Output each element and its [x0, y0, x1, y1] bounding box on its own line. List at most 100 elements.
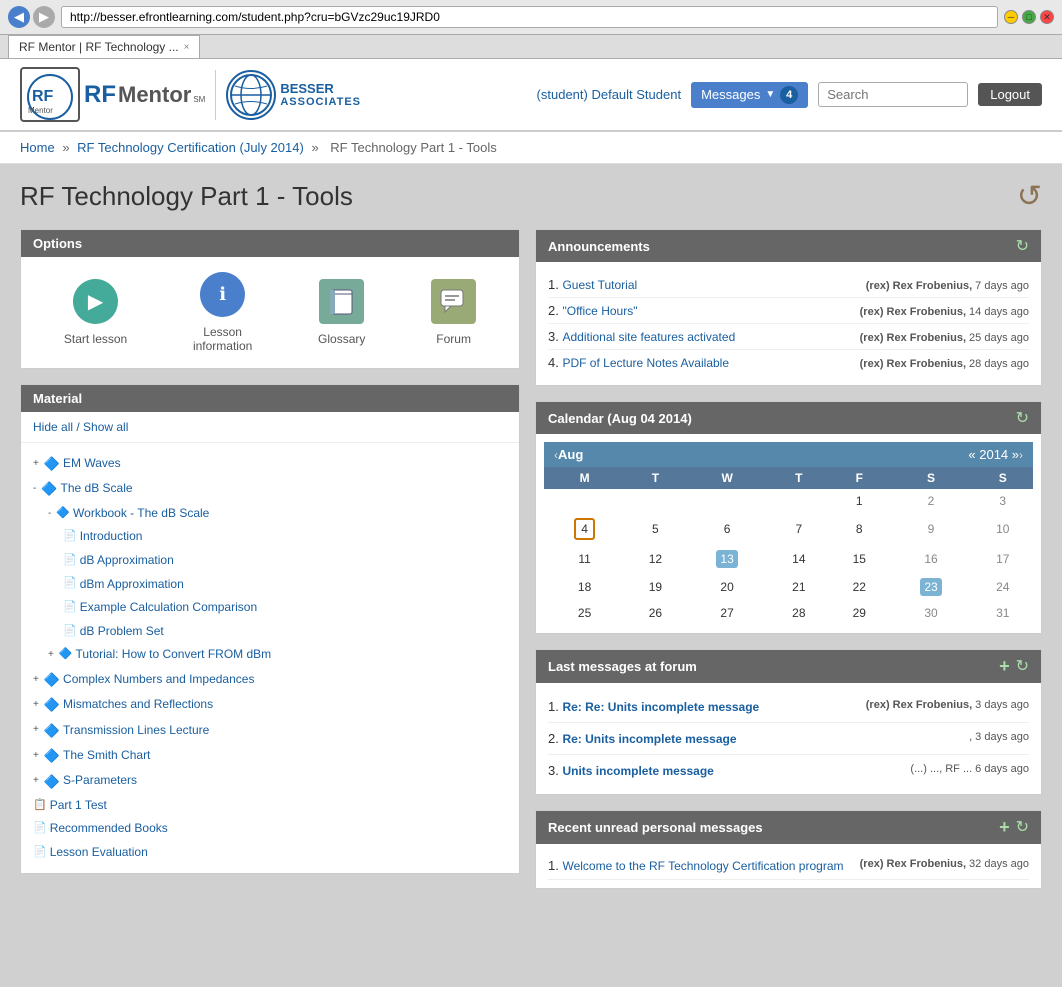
cal-day[interactable]: 1	[829, 489, 889, 513]
cal-day[interactable]: 12	[625, 545, 685, 573]
cal-day-weekend[interactable]: 17	[973, 545, 1033, 573]
forward-button[interactable]: ▶	[33, 6, 55, 28]
cal-day[interactable]: 25	[544, 601, 625, 625]
list-item[interactable]: 📄 Recommended Books	[33, 817, 507, 841]
cal-day[interactable]: 8	[829, 513, 889, 545]
cal-day-weekend[interactable]: 31	[973, 601, 1033, 625]
cal-day[interactable]: 28	[769, 601, 829, 625]
tab-close-icon[interactable]: ×	[184, 42, 190, 53]
list-item[interactable]: 📄 Example Calculation Comparison	[33, 596, 507, 620]
expand-icon[interactable]: +	[33, 455, 39, 473]
add-msg-icon[interactable]: +	[999, 817, 1010, 838]
tutorial-link[interactable]: Tutorial: How to Convert FROM dBm	[76, 644, 272, 666]
cal-day-highlighted[interactable]: 13	[686, 545, 769, 573]
cal-day-weekend[interactable]: 9	[889, 513, 972, 545]
s-parameters-link[interactable]: S-Parameters	[63, 770, 137, 792]
list-item[interactable]: 📄 dB Problem Set	[33, 620, 507, 644]
student-link[interactable]: (student) Default Student	[537, 87, 682, 102]
announce-link[interactable]: Guest Tutorial	[562, 278, 637, 292]
list-item[interactable]: + 🔷 S-Parameters	[33, 769, 507, 794]
list-item[interactable]: + 🔷 The Smith Chart	[33, 743, 507, 768]
url-bar[interactable]	[61, 6, 998, 28]
announce-link[interactable]: Additional site features activated	[562, 330, 735, 344]
active-tab[interactable]: RF Mentor | RF Technology ... ×	[8, 35, 200, 58]
expand-icon[interactable]: +	[33, 721, 39, 739]
breadcrumb-course[interactable]: RF Technology Certification (July 2014)	[77, 140, 304, 155]
expand-icon[interactable]: -	[33, 480, 36, 498]
expand-icon[interactable]: -	[48, 505, 51, 523]
workbook-db-link[interactable]: Workbook - The dB Scale	[73, 503, 209, 525]
announce-link[interactable]: PDF of Lecture Notes Available	[562, 356, 729, 370]
cal-day-weekend[interactable]: 2	[889, 489, 972, 513]
cal-day-weekend[interactable]: 24	[973, 573, 1033, 601]
cal-day[interactable]: 14	[769, 545, 829, 573]
cal-day-weekend[interactable]: 30	[889, 601, 972, 625]
msg-refresh-icon[interactable]: ↻	[1016, 817, 1029, 838]
cal-day-today[interactable]: 4	[544, 513, 625, 545]
list-item[interactable]: - 🔷 The dB Scale	[33, 476, 507, 501]
search-input[interactable]	[818, 82, 968, 107]
back-button[interactable]: ◀	[8, 6, 30, 28]
cal-day[interactable]: 18	[544, 573, 625, 601]
cal-day[interactable]: 7	[769, 513, 829, 545]
db-scale-link[interactable]: The dB Scale	[61, 478, 133, 500]
em-waves-link[interactable]: EM Waves	[63, 453, 121, 475]
expand-icon[interactable]: +	[33, 747, 39, 765]
add-forum-icon[interactable]: +	[999, 656, 1010, 677]
cal-day[interactable]: 29	[829, 601, 889, 625]
transmission-lines-link[interactable]: Transmission Lines Lecture	[63, 720, 209, 742]
complex-numbers-link[interactable]: Complex Numbers and Impedances	[63, 669, 254, 691]
list-item[interactable]: + 🔷 Tutorial: How to Convert FROM dBm	[33, 643, 507, 667]
lesson-info-option[interactable]: ℹ Lessoninformation	[193, 272, 252, 353]
list-item[interactable]: 📄 dBm Approximation	[33, 573, 507, 597]
announce-link[interactable]: "Office Hours"	[562, 304, 637, 318]
glossary-option[interactable]: Glossary	[318, 279, 365, 346]
expand-icon[interactable]: +	[33, 772, 39, 790]
cal-day-weekend[interactable]: 3	[973, 489, 1033, 513]
db-approx-link[interactable]: dB Approximation	[80, 550, 174, 572]
part1-test-link[interactable]: Part 1 Test	[50, 795, 107, 817]
cal-day[interactable]: 22	[829, 573, 889, 601]
next-month-button[interactable]: ›	[1019, 448, 1023, 462]
list-item[interactable]: + 🔷 EM Waves	[33, 451, 507, 476]
list-item[interactable]: 📄 Lesson Evaluation	[33, 841, 507, 865]
refresh-icon[interactable]: ↻	[1016, 236, 1029, 256]
cal-day[interactable]: 26	[625, 601, 685, 625]
forum-link[interactable]: Re: Re: Units incomplete message	[562, 700, 759, 714]
back-icon[interactable]: ↺	[1017, 179, 1042, 214]
forum-refresh-icon[interactable]: ↻	[1016, 656, 1029, 677]
cal-refresh-icon[interactable]: ↻	[1016, 408, 1029, 428]
minimize-button[interactable]: ─	[1004, 10, 1018, 24]
list-item[interactable]: 📄 Introduction	[33, 525, 507, 549]
expand-icon[interactable]: +	[33, 671, 39, 689]
cal-day[interactable]: 5	[625, 513, 685, 545]
mismatches-link[interactable]: Mismatches and Reflections	[63, 694, 213, 716]
cal-day-weekend[interactable]: 16	[889, 545, 972, 573]
maximize-button[interactable]: □	[1022, 10, 1036, 24]
start-lesson-option[interactable]: ▶ Start lesson	[64, 279, 127, 346]
cal-day[interactable]: 6	[686, 513, 769, 545]
forum-option[interactable]: Forum	[431, 279, 476, 346]
recommended-books-link[interactable]: Recommended Books	[50, 818, 168, 840]
msg-link[interactable]: Welcome to the RF Technology Certificati…	[562, 859, 843, 873]
introduction-link[interactable]: Introduction	[80, 526, 143, 548]
browser-nav[interactable]: ◀ ▶	[8, 6, 55, 28]
smith-chart-link[interactable]: The Smith Chart	[63, 745, 150, 767]
hide-show-all-link[interactable]: Hide all / Show all	[33, 420, 128, 434]
dbm-approx-link[interactable]: dBm Approximation	[80, 574, 184, 596]
messages-button[interactable]: Messages ▼ 4	[691, 82, 808, 108]
forum-link[interactable]: Units incomplete message	[562, 764, 713, 778]
cal-day[interactable]: 19	[625, 573, 685, 601]
db-problem-link[interactable]: dB Problem Set	[80, 621, 164, 643]
cal-day-highlighted2[interactable]: 23	[889, 573, 972, 601]
close-button[interactable]: ✕	[1040, 10, 1054, 24]
cal-day[interactable]: 27	[686, 601, 769, 625]
list-item[interactable]: - 🔷 Workbook - The dB Scale	[33, 502, 507, 526]
cal-day-weekend[interactable]: 10	[973, 513, 1033, 545]
expand-icon[interactable]: +	[48, 646, 54, 664]
list-item[interactable]: 📄 dB Approximation	[33, 549, 507, 573]
example-calc-link[interactable]: Example Calculation Comparison	[80, 597, 257, 619]
hide-show-all[interactable]: Hide all / Show all	[21, 412, 519, 443]
cal-day[interactable]: 21	[769, 573, 829, 601]
cal-day[interactable]: 20	[686, 573, 769, 601]
